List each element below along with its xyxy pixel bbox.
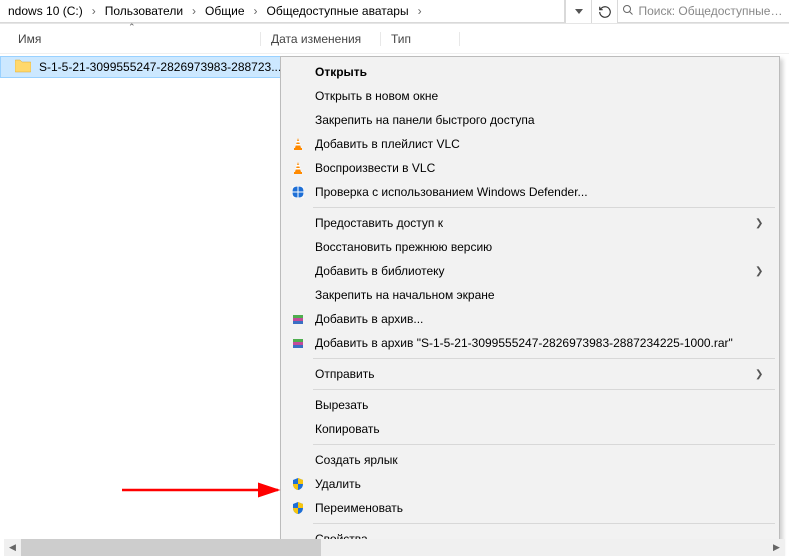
- scroll-track[interactable]: [21, 539, 768, 556]
- breadcrumb-item[interactable]: Пользователи: [99, 4, 189, 18]
- menu-separator: [313, 389, 775, 390]
- menu-separator: [313, 444, 775, 445]
- breadcrumb[interactable]: ndows 10 (C:) › Пользователи › Общие › О…: [0, 0, 565, 23]
- vlc-icon: [287, 159, 309, 177]
- chevron-right-icon[interactable]: ›: [189, 4, 199, 18]
- column-type[interactable]: Тип: [380, 32, 460, 46]
- column-name[interactable]: ⌃ Имя: [18, 32, 260, 46]
- history-dropdown-button[interactable]: [565, 0, 591, 23]
- sort-asc-icon: ⌃: [128, 22, 136, 33]
- chevron-right-icon: ❯: [755, 218, 769, 229]
- scroll-thumb[interactable]: [21, 539, 321, 556]
- menu-separator: [313, 207, 775, 208]
- menu-pin-quick-access[interactable]: Закрепить на панели быстрого доступа: [283, 108, 777, 132]
- menu-rar-add-named[interactable]: Добавить в архив "S-1-5-21-3099555247-28…: [283, 331, 777, 355]
- breadcrumb-item[interactable]: Общедоступные аватары: [261, 4, 415, 18]
- menu-defender-scan[interactable]: Проверка с использованием Windows Defend…: [283, 180, 777, 204]
- vlc-icon: [287, 135, 309, 153]
- chevron-right-icon[interactable]: ›: [415, 4, 425, 18]
- context-menu: Открыть Открыть в новом окне Закрепить н…: [280, 56, 780, 555]
- defender-icon: [287, 183, 309, 201]
- winrar-icon: [287, 310, 309, 328]
- search-placeholder: Поиск: Общедоступные ава...: [638, 4, 785, 18]
- menu-delete[interactable]: Удалить: [283, 472, 777, 496]
- shield-icon: [287, 499, 309, 517]
- menu-rar-add[interactable]: Добавить в архив...: [283, 307, 777, 331]
- menu-cut[interactable]: Вырезать: [283, 393, 777, 417]
- breadcrumb-item[interactable]: ndows 10 (C:): [2, 4, 89, 18]
- scroll-right-button[interactable]: ▶: [768, 539, 785, 556]
- menu-open-new-window[interactable]: Открыть в новом окне: [283, 84, 777, 108]
- menu-send-to[interactable]: Отправить ❯: [283, 362, 777, 386]
- menu-separator: [313, 358, 775, 359]
- menu-separator: [313, 523, 775, 524]
- menu-add-library[interactable]: Добавить в библиотеку ❯: [283, 259, 777, 283]
- chevron-right-icon[interactable]: ›: [251, 4, 261, 18]
- refresh-button[interactable]: [591, 0, 617, 23]
- search-icon: [622, 4, 634, 19]
- chevron-right-icon: ❯: [755, 369, 769, 380]
- column-date[interactable]: Дата изменения: [260, 32, 380, 46]
- menu-rename[interactable]: Переименовать: [283, 496, 777, 520]
- search-input[interactable]: Поиск: Общедоступные ава...: [617, 0, 789, 23]
- chevron-right-icon: ❯: [755, 266, 769, 277]
- folder-icon: [15, 59, 33, 75]
- menu-share[interactable]: Предоставить доступ к ❯: [283, 211, 777, 235]
- column-headers: ⌃ Имя Дата изменения Тип: [0, 24, 789, 54]
- menu-restore-version[interactable]: Восстановить прежнюю версию: [283, 235, 777, 259]
- horizontal-scrollbar[interactable]: ◀ ▶: [4, 539, 785, 556]
- scroll-left-button[interactable]: ◀: [4, 539, 21, 556]
- chevron-right-icon[interactable]: ›: [89, 4, 99, 18]
- address-actions: [565, 0, 617, 23]
- menu-pin-start[interactable]: Закрепить на начальном экране: [283, 283, 777, 307]
- winrar-icon: [287, 334, 309, 352]
- menu-copy[interactable]: Копировать: [283, 417, 777, 441]
- menu-vlc-add[interactable]: Добавить в плейлист VLC: [283, 132, 777, 156]
- menu-create-shortcut[interactable]: Создать ярлык: [283, 448, 777, 472]
- menu-vlc-play[interactable]: Воспроизвести в VLC: [283, 156, 777, 180]
- address-bar-row: ndows 10 (C:) › Пользователи › Общие › О…: [0, 0, 789, 24]
- menu-open[interactable]: Открыть: [283, 60, 777, 84]
- breadcrumb-item[interactable]: Общие: [199, 4, 250, 18]
- shield-icon: [287, 475, 309, 493]
- annotation-arrow: [120, 480, 290, 510]
